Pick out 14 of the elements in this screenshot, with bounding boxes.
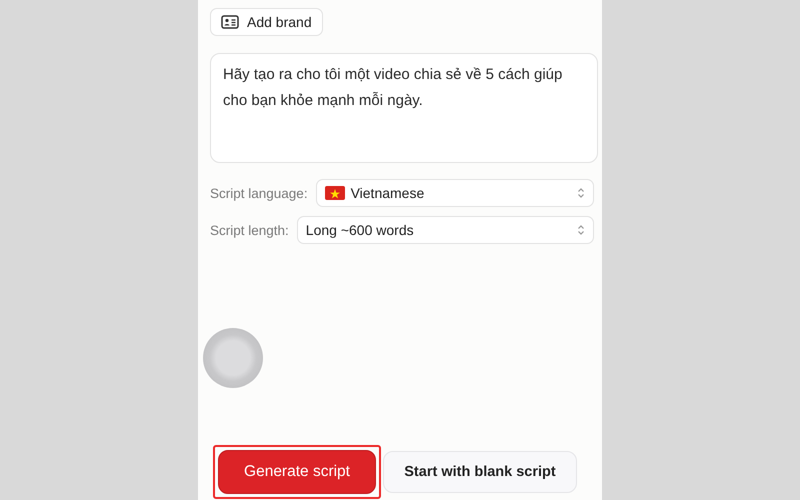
prompt-field[interactable]: Hãy tạo ra cho tôi một video chia sẻ về 5 cách giúp cho bạn khỏe mạnh mỗi ngày. bbox=[210, 53, 598, 163]
setting-value: Long ~600 words bbox=[306, 222, 415, 238]
setting-label: Script length: bbox=[210, 222, 289, 238]
blank-script-button[interactable]: Start with blank script bbox=[383, 451, 577, 493]
setting-select[interactable]: Long ~600 words bbox=[296, 216, 594, 244]
flag-icon bbox=[324, 186, 345, 200]
setting-value: Vietnamese bbox=[350, 185, 426, 201]
setting-label: Script language: bbox=[210, 186, 308, 200]
chevron-icon bbox=[577, 224, 585, 236]
chevron-icon bbox=[577, 187, 585, 199]
add-brand-button[interactable]: Add brand bbox=[210, 8, 323, 36]
setting-select[interactable]: Vietnamese bbox=[316, 179, 594, 207]
id-card-icon bbox=[221, 15, 239, 29]
generate-button[interactable]: Generate script bbox=[218, 450, 376, 494]
